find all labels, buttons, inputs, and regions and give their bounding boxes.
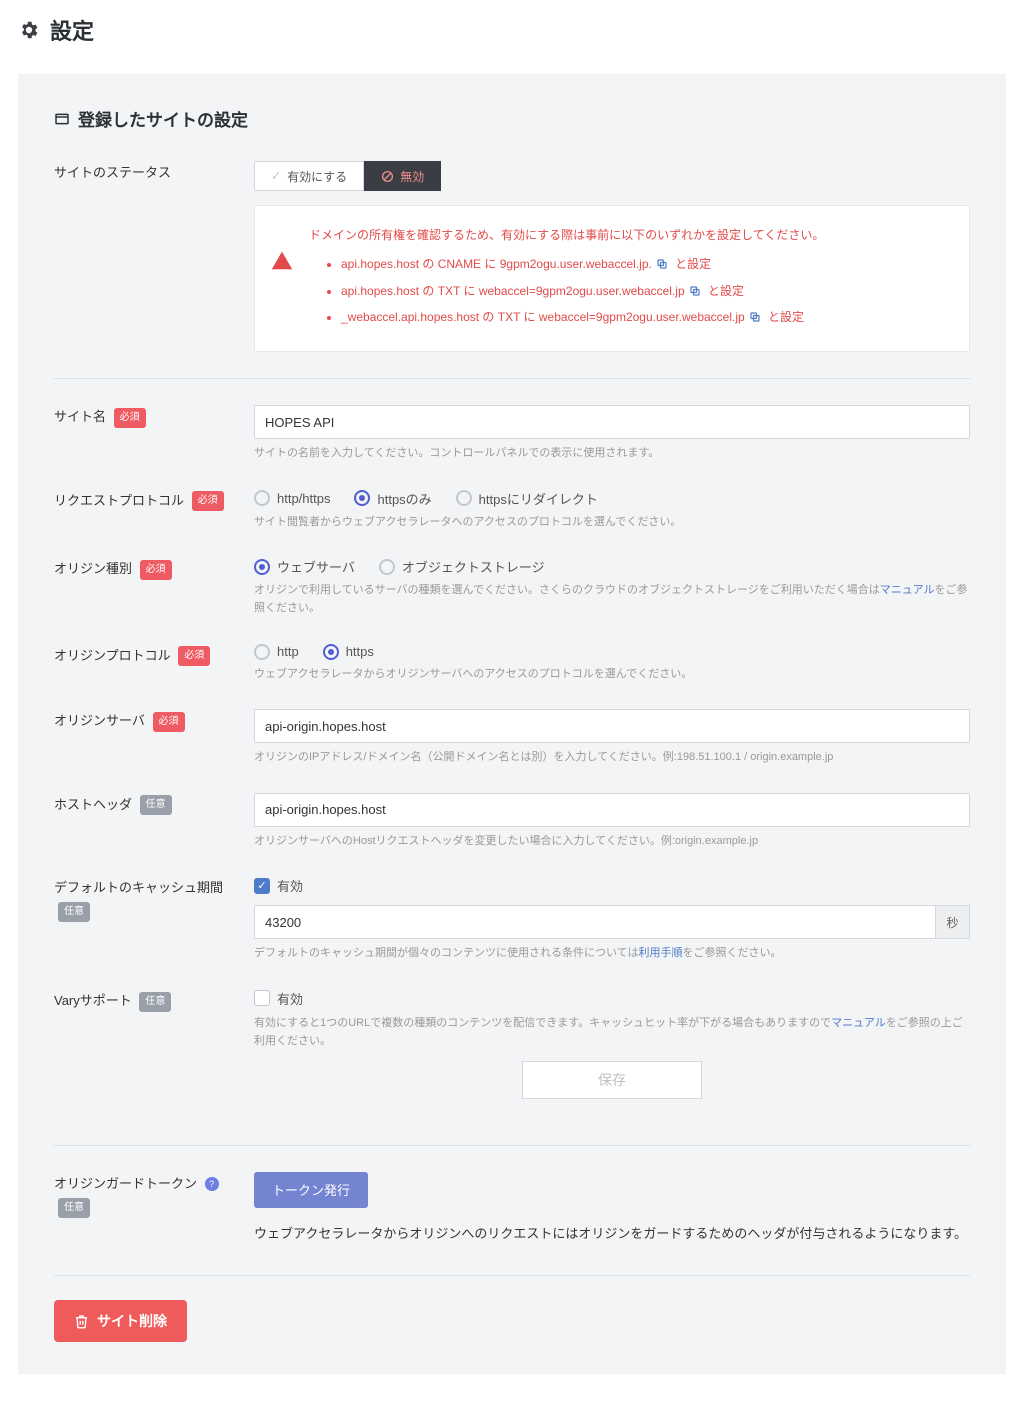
- origin-type-row: オリジン種別 必須 ウェブサーバ オブジェクトストレージ オリジンで利用している…: [54, 557, 970, 617]
- alert-item: api.hopes.host の TXT に webaccel=9gpm2ogu…: [341, 280, 949, 303]
- copy-icon[interactable]: [749, 311, 761, 323]
- optional-badge: 任意: [139, 992, 171, 1012]
- disable-button[interactable]: 無効: [364, 161, 441, 191]
- origin-server-help: オリジンのIPアドレス/ドメイン名（公開ドメイン名とは別）を入力してください。例…: [254, 749, 970, 767]
- delete-button[interactable]: サイト削除: [54, 1300, 187, 1342]
- trash-icon: [74, 1314, 89, 1329]
- vary-help: 有効にすると1つのURLで複数の種類のコンテンツを配信できます。キャッシュヒット…: [254, 1015, 970, 1050]
- protocol-radio-https-redirect[interactable]: httpsにリダイレクト: [456, 489, 598, 508]
- cache-unit: 秒: [936, 905, 970, 939]
- host-header-help: オリジンサーバへのHostリクエストヘッダを変更したい場合に入力してください。例…: [254, 833, 970, 851]
- status-toggle: ✓ 有効にする 無効: [254, 161, 970, 191]
- optional-badge: 任意: [58, 1198, 90, 1218]
- token-button[interactable]: トークン発行: [254, 1172, 368, 1208]
- section-header: 登録したサイトの設定: [54, 106, 970, 131]
- required-badge: 必須: [178, 646, 210, 666]
- required-badge: 必須: [140, 560, 172, 580]
- required-badge: 必須: [114, 408, 146, 428]
- alert-intro: ドメインの所有権を確認するため、有効にする際は事前に以下のいずれかを設定してくだ…: [309, 224, 949, 247]
- cache-value-input[interactable]: [254, 905, 936, 939]
- alert-item: _webaccel.api.hopes.host の TXT に webacce…: [341, 306, 949, 329]
- copy-icon[interactable]: [689, 285, 701, 297]
- origin-server-input[interactable]: [254, 709, 970, 743]
- delete-section: サイト削除: [54, 1275, 970, 1342]
- vary-enable-checkbox[interactable]: 有効: [254, 989, 303, 1008]
- origin-server-row: オリジンサーバ 必須 オリジンのIPアドレス/ドメイン名（公開ドメイン名とは別）…: [54, 709, 970, 767]
- protocol-radio-https-only[interactable]: httpsのみ: [354, 489, 431, 508]
- origin-protocol-radio-https[interactable]: https: [323, 644, 374, 660]
- site-name-label: サイト名: [54, 409, 106, 424]
- check-icon: ✓: [271, 169, 281, 183]
- cache-help: デフォルトのキャッシュ期間が個々のコンテンツに使用される条件については利用手順を…: [254, 945, 970, 963]
- required-badge: 必須: [192, 491, 224, 511]
- optional-badge: 任意: [140, 795, 172, 815]
- origin-protocol-radio-http[interactable]: http: [254, 644, 299, 660]
- alert-list: api.hopes.host の CNAME に 9gpm2ogu.user.w…: [341, 253, 949, 329]
- vary-row: Varyサポート 任意 有効 有効にすると1つのURLで複数の種類のコンテンツを…: [54, 989, 970, 1119]
- usage-link[interactable]: 利用手順: [638, 947, 682, 959]
- host-header-input[interactable]: [254, 793, 970, 827]
- protocol-radio-http-https[interactable]: http/https: [254, 490, 330, 506]
- copy-icon[interactable]: [656, 258, 668, 270]
- origin-protocol-row: オリジンプロトコル 必須 http https ウェブアクセラレータからオリジン…: [54, 644, 970, 684]
- site-name-row: サイト名 必須 サイトの名前を入力してください。コントロールパネルでの表示に使用…: [54, 405, 970, 463]
- cache-row: デフォルトのキャッシュ期間 任意 ✓有効 秒 デフォルトのキャッシュ期間が個々の…: [54, 876, 970, 963]
- disable-label: 無効: [400, 168, 424, 185]
- request-protocol-row: リクエストプロトコル 必須 http/https httpsのみ httpsにリ…: [54, 489, 970, 532]
- manual-link[interactable]: マニュアル: [880, 584, 935, 596]
- request-protocol-help: サイト閲覧者からウェブアクセラレータへのアクセスのプロトコルを選んでください。: [254, 514, 970, 532]
- status-label: サイトのステータス: [54, 161, 254, 184]
- site-name-input[interactable]: [254, 405, 970, 439]
- host-header-label: ホストヘッダ: [54, 797, 132, 812]
- help-icon[interactable]: ?: [205, 1177, 219, 1191]
- origin-type-label: オリジン種別: [54, 561, 132, 576]
- origin-type-help: オリジンで利用しているサーバの種類を選んでください。さくらのクラウドのオブジェク…: [254, 582, 970, 617]
- delete-label: サイト削除: [97, 1311, 167, 1331]
- token-label: オリジンガードトークン: [54, 1176, 197, 1191]
- enable-label: 有効にする: [287, 168, 347, 185]
- origin-type-radio-object[interactable]: オブジェクトストレージ: [379, 557, 545, 576]
- vary-label: Varyサポート: [54, 993, 132, 1008]
- token-row: オリジンガードトークン ? 任意 トークン発行 ウェブアクセラレータからオリジン…: [54, 1172, 970, 1245]
- divider: [54, 1145, 970, 1146]
- prohibit-icon: [381, 170, 394, 183]
- page-title-text: 設定: [50, 14, 94, 46]
- origin-type-radio-web[interactable]: ウェブサーバ: [254, 557, 355, 576]
- gear-icon: [18, 19, 40, 41]
- domain-alert: ドメインの所有権を確認するため、有効にする際は事前に以下のいずれかを設定してくだ…: [254, 205, 970, 352]
- required-badge: 必須: [153, 712, 185, 732]
- settings-panel: 登録したサイトの設定 サイトのステータス ✓ 有効にする 無効: [18, 74, 1006, 1374]
- cache-label: デフォルトのキャッシュ期間: [54, 880, 223, 895]
- section-title: 登録したサイトの設定: [78, 106, 248, 131]
- enable-button[interactable]: ✓ 有効にする: [254, 161, 364, 191]
- origin-protocol-label: オリジンプロトコル: [54, 648, 171, 663]
- token-desc: ウェブアクセラレータからオリジンへのリクエストにはオリジンをガードするためのヘッ…: [254, 1222, 970, 1245]
- divider: [54, 378, 970, 379]
- origin-protocol-help: ウェブアクセラレータからオリジンサーバへのアクセスのプロトコルを選んでください。: [254, 666, 970, 684]
- request-protocol-label: リクエストプロトコル: [54, 493, 184, 508]
- window-icon: [54, 111, 70, 127]
- origin-server-label: オリジンサーバ: [54, 713, 145, 728]
- page-title: 設定: [18, 14, 1006, 46]
- optional-badge: 任意: [58, 902, 90, 922]
- cache-enable-checkbox[interactable]: ✓有効: [254, 876, 303, 895]
- host-header-row: ホストヘッダ 任意 オリジンサーバへのHostリクエストヘッダを変更したい場合に…: [54, 793, 970, 851]
- status-row: サイトのステータス ✓ 有効にする 無効: [54, 161, 970, 352]
- manual-link[interactable]: マニュアル: [831, 1017, 886, 1029]
- site-name-help: サイトの名前を入力してください。コントロールパネルでの表示に使用されます。: [254, 445, 970, 463]
- alert-item: api.hopes.host の CNAME に 9gpm2ogu.user.w…: [341, 253, 949, 276]
- warning-icon: [271, 250, 293, 272]
- save-button[interactable]: 保存: [522, 1061, 702, 1099]
